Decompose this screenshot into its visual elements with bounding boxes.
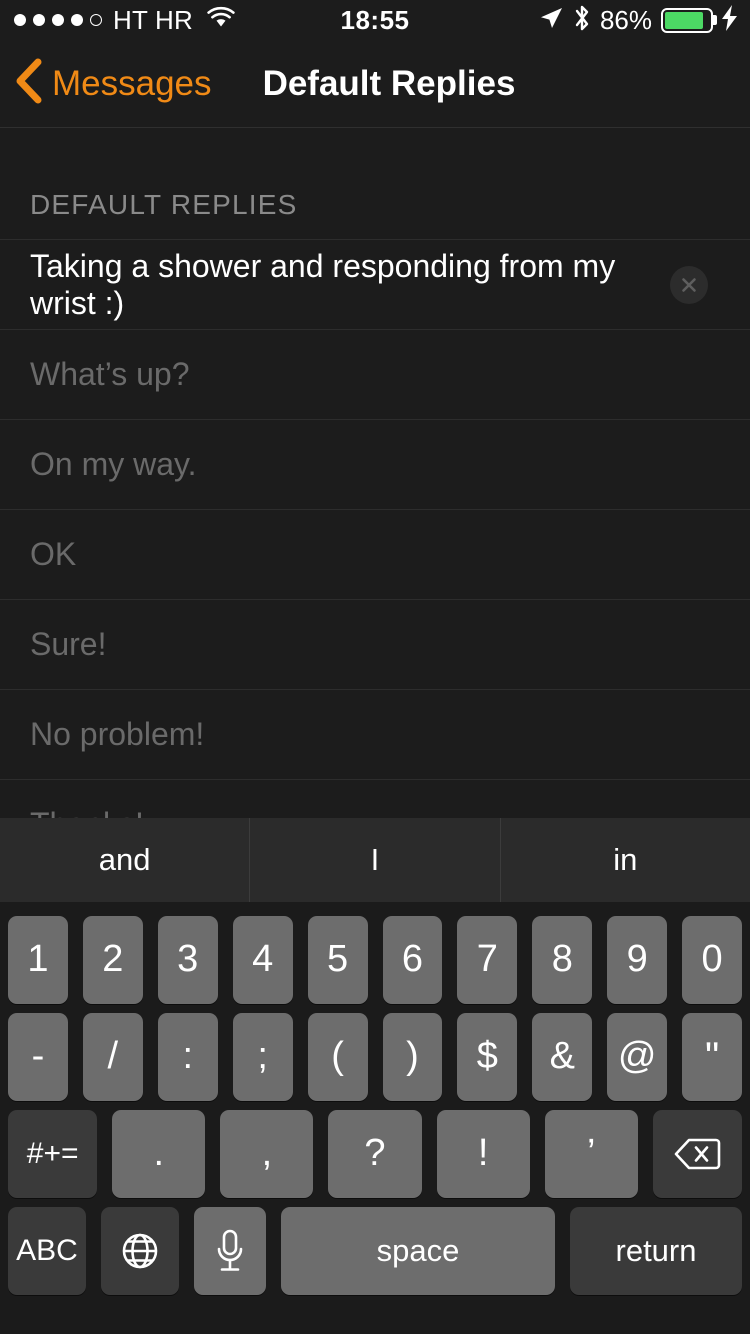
key-comma[interactable]: , (220, 1110, 313, 1198)
key-hyphen[interactable]: - (8, 1013, 68, 1101)
section-header: DEFAULT REPLIES (0, 129, 750, 239)
key-7[interactable]: 7 (457, 916, 517, 1004)
key-quote[interactable]: " (682, 1013, 742, 1101)
prediction-candidate[interactable]: and (0, 818, 249, 902)
list-item[interactable]: Sure! (0, 599, 750, 689)
list-item[interactable]: No problem! (0, 689, 750, 779)
microphone-glyph (213, 1228, 247, 1274)
page-title: Default Replies (0, 64, 750, 104)
reply-text: On my way. (30, 446, 197, 483)
reply-text: What’s up? (30, 356, 190, 393)
clear-circle-x-icon[interactable] (670, 266, 708, 304)
battery-percent-label: 86% (600, 5, 652, 36)
reply-text: Taking a shower and responding from my w… (30, 248, 660, 322)
key-space[interactable]: space (281, 1207, 555, 1295)
prediction-candidate[interactable]: I (249, 818, 499, 902)
reply-text: No problem! (30, 716, 204, 753)
location-arrow-icon (538, 5, 564, 36)
key-3[interactable]: 3 (158, 916, 218, 1004)
key-0[interactable]: 0 (682, 916, 742, 1004)
key-exclamation[interactable]: ! (437, 1110, 530, 1198)
key-paren-close[interactable]: ) (383, 1013, 443, 1101)
predictive-text-bar: and I in (0, 818, 750, 902)
key-5[interactable]: 5 (308, 916, 368, 1004)
keyboard-keys: 1 2 3 4 5 6 7 8 9 0 - / : ; ( ) $ & @ (0, 902, 750, 1299)
keyboard-row-numbers: 1 2 3 4 5 6 7 8 9 0 (0, 911, 750, 1008)
key-9[interactable]: 9 (607, 916, 667, 1004)
default-replies-list: DEFAULT REPLIES Taking a shower and resp… (0, 129, 750, 818)
phone-screen: HT HR 18:55 86% (0, 0, 750, 1334)
key-dollar[interactable]: $ (457, 1013, 517, 1101)
key-6[interactable]: 6 (383, 916, 443, 1004)
key-abc-switch[interactable]: ABC (8, 1207, 86, 1295)
key-8[interactable]: 8 (532, 916, 592, 1004)
keyboard-row-symbols: - / : ; ( ) $ & @ " (0, 1008, 750, 1105)
prediction-candidate[interactable]: in (500, 818, 750, 902)
microphone-icon[interactable] (194, 1207, 266, 1295)
key-return[interactable]: return (570, 1207, 742, 1295)
bluetooth-icon (573, 4, 591, 37)
status-bar: HT HR 18:55 86% (0, 0, 750, 40)
list-item[interactable]: On my way. (0, 419, 750, 509)
list-item[interactable]: What’s up? (0, 329, 750, 419)
reply-text: Sure! (30, 626, 106, 663)
key-period[interactable]: . (112, 1110, 205, 1198)
key-apostrophe[interactable]: ’ (545, 1110, 638, 1198)
keyboard-row-punctuation: #+= . , ? ! ’ (0, 1105, 750, 1202)
status-bar-right: 86% (538, 4, 738, 37)
lightning-bolt-icon (722, 5, 738, 36)
list-item[interactable]: Thanks! (0, 779, 750, 818)
key-ampersand[interactable]: & (532, 1013, 592, 1101)
globe-icon[interactable] (101, 1207, 179, 1295)
key-paren-open[interactable]: ( (308, 1013, 368, 1101)
key-slash[interactable]: / (83, 1013, 143, 1101)
navigation-bar: Messages Default Replies (0, 40, 750, 128)
globe-glyph (119, 1230, 161, 1272)
key-4[interactable]: 4 (233, 916, 293, 1004)
key-1[interactable]: 1 (8, 916, 68, 1004)
keyboard-row-bottom: ABC (0, 1202, 750, 1299)
onscreen-keyboard: and I in 1 2 3 4 5 6 7 8 9 0 - / : ; (0, 818, 750, 1334)
key-at[interactable]: @ (607, 1013, 667, 1101)
list-item[interactable]: Taking a shower and responding from my w… (0, 239, 750, 329)
reply-text: OK (30, 536, 76, 573)
key-2[interactable]: 2 (83, 916, 143, 1004)
reply-text: Thanks! (30, 806, 144, 818)
battery-icon (661, 8, 713, 33)
key-semicolon[interactable]: ; (233, 1013, 293, 1101)
key-question[interactable]: ? (328, 1110, 421, 1198)
list-item[interactable]: OK (0, 509, 750, 599)
key-symbol-switch[interactable]: #+= (8, 1110, 97, 1198)
backspace-glyph (673, 1136, 721, 1172)
backspace-delete-icon[interactable] (653, 1110, 742, 1198)
key-colon[interactable]: : (158, 1013, 218, 1101)
